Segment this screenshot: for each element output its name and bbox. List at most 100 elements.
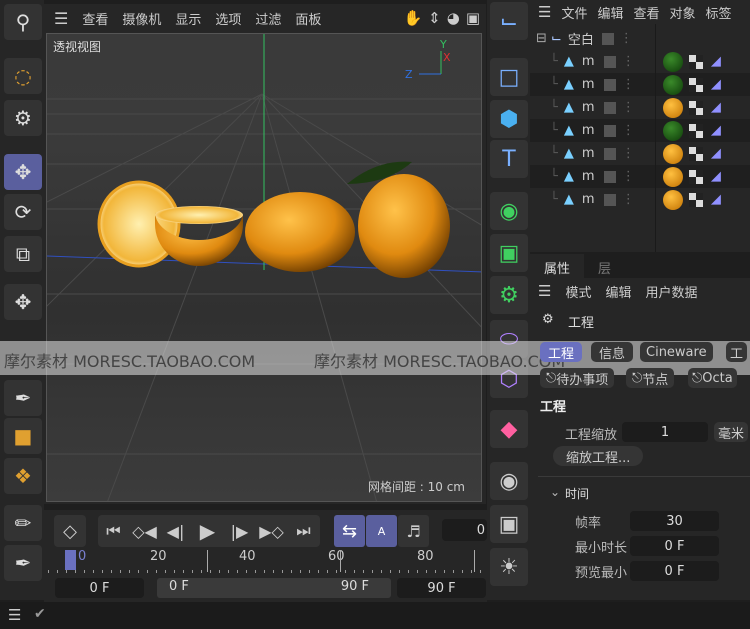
rotate-tool-icon[interactable]: ⟳ xyxy=(4,194,42,230)
edit-toggle-icon[interactable] xyxy=(603,193,616,206)
texture-tag-icon[interactable] xyxy=(688,54,703,69)
uv-tag-icon[interactable]: ◢ xyxy=(711,77,721,92)
material-tag-icon[interactable] xyxy=(662,74,683,95)
move-tool-icon[interactable]: ✥ xyxy=(4,154,42,190)
effector-icon[interactable]: ⚙ xyxy=(490,276,528,314)
texture-tag-icon[interactable] xyxy=(688,146,703,161)
chip-project[interactable]: 工程 xyxy=(540,342,583,362)
menu-icon[interactable]: ☰ xyxy=(8,606,21,624)
object-row[interactable]: └ ▲ m ⋮ ◢ xyxy=(530,119,750,142)
spline-pen-icon[interactable]: ✒ xyxy=(4,380,42,416)
om-menu-object[interactable]: 对象 xyxy=(670,3,696,22)
prev-frame-icon[interactable]: ◀| xyxy=(160,516,191,546)
om-menu-tags[interactable]: 标签 xyxy=(706,3,732,22)
scale-tool-icon[interactable]: ⧉ xyxy=(4,236,42,272)
scene-icon[interactable]: ◆ xyxy=(490,410,528,448)
loop-icon[interactable]: ⇆ xyxy=(334,515,365,547)
object-row[interactable]: └ ▲ m ⋮ ◢ xyxy=(530,165,750,188)
om-menu-view[interactable]: 查看 xyxy=(633,3,659,22)
uv-tag-icon[interactable]: ◢ xyxy=(711,146,721,161)
orbit-icon[interactable]: ◕ xyxy=(447,9,460,27)
perspective-viewport[interactable]: Y X Z 透视视图 网格间距 : 10 cm xyxy=(46,33,482,502)
object-row[interactable]: └ ▲ m ⋮ ◢ xyxy=(530,96,750,119)
unit-select[interactable]: 毫米 xyxy=(714,422,749,442)
chip-todo[interactable]: ⎋ 待办事项 xyxy=(540,368,615,388)
uv-tag-icon[interactable]: ◢ xyxy=(711,54,721,69)
point-mode-icon[interactable]: ■ xyxy=(4,418,42,454)
null-object-icon[interactable]: ⌙ xyxy=(490,2,528,40)
uv-tag-icon[interactable]: ◢ xyxy=(711,123,721,138)
autokey-icon[interactable]: A xyxy=(366,515,397,547)
visibility-dots[interactable]: ⋮ xyxy=(620,31,633,46)
om-menu-icon[interactable]: ☰ xyxy=(538,3,551,21)
goto-end-icon[interactable]: ⏭ xyxy=(288,516,319,546)
om-menu-edit[interactable]: 编辑 xyxy=(597,3,623,22)
next-key-icon[interactable]: ▶◇ xyxy=(256,516,287,546)
attr-menu-userdata[interactable]: 用户数据 xyxy=(645,282,697,301)
play-icon[interactable]: ▶ xyxy=(192,516,223,546)
uv-tag-icon[interactable]: ◢ xyxy=(711,192,721,207)
material-tag-icon[interactable] xyxy=(662,51,683,72)
subdivision-icon[interactable]: ◉ xyxy=(490,192,528,230)
current-frame-input[interactable]: 0 xyxy=(442,519,487,541)
menu-icon[interactable]: ☰ xyxy=(54,9,68,28)
texture-tag-icon[interactable] xyxy=(688,192,703,207)
start-frame-input[interactable]: 0 F xyxy=(55,578,144,598)
object-row-root[interactable]: ⊟ ⌙ 空白 ⋮ xyxy=(530,27,750,50)
object-row[interactable]: └ ▲ m ⋮ ◢ xyxy=(530,50,750,73)
uv-tag-icon[interactable]: ◢ xyxy=(711,169,721,184)
knife-icon[interactable]: ✒ xyxy=(4,545,42,581)
material-tag-icon[interactable] xyxy=(662,189,683,210)
om-menu-file[interactable]: 文件 xyxy=(561,3,587,22)
min-time-input[interactable]: 0 F xyxy=(630,536,719,556)
range-slider[interactable]: 0 F 90 F xyxy=(157,578,391,598)
attr-menu-icon[interactable]: ☰ xyxy=(538,282,551,300)
edit-toggle-icon[interactable] xyxy=(601,32,614,45)
material-tag-icon[interactable] xyxy=(662,120,683,141)
edit-toggle-icon[interactable] xyxy=(603,55,616,68)
section-time[interactable]: 时间 xyxy=(565,485,589,502)
edit-toggle-icon[interactable] xyxy=(603,170,616,183)
edit-toggle-icon[interactable] xyxy=(603,78,616,91)
tab-layers[interactable]: 层 xyxy=(584,254,625,278)
texture-tag-icon[interactable] xyxy=(688,100,703,115)
dolly-icon[interactable]: ⇕ xyxy=(428,9,441,27)
menu-options[interactable]: 选项 xyxy=(215,9,241,28)
pan-hand-icon[interactable]: ✋ xyxy=(403,9,422,27)
object-row[interactable]: └ ▲ m ⋮ ◢ xyxy=(530,142,750,165)
chip-nodes[interactable]: ⎋ 节点 xyxy=(626,368,675,388)
playhead[interactable] xyxy=(65,550,76,570)
texture-tag-icon[interactable] xyxy=(688,77,703,92)
visibility-dots[interactable]: ⋮ xyxy=(622,54,635,69)
chip-info[interactable]: 信息 xyxy=(591,342,634,362)
chip-cineware[interactable]: Cineware xyxy=(640,342,713,362)
object-row[interactable]: └ ▲ m ⋮ ◢ xyxy=(530,188,750,211)
visibility-dots[interactable]: ⋮ xyxy=(622,146,635,161)
axis-move-icon[interactable]: ✥ xyxy=(4,284,42,320)
environment-icon[interactable]: ◉ xyxy=(490,462,528,500)
attr-menu-mode[interactable]: 模式 xyxy=(565,282,591,301)
scale-input[interactable]: 1 xyxy=(622,422,708,442)
visibility-dots[interactable]: ⋮ xyxy=(622,77,635,92)
preview-min-input[interactable]: 0 F xyxy=(630,561,719,581)
visibility-dots[interactable]: ⋮ xyxy=(622,192,635,207)
menu-view[interactable]: 查看 xyxy=(82,9,108,28)
attr-menu-edit[interactable]: 编辑 xyxy=(605,282,631,301)
material-tag-icon[interactable] xyxy=(662,143,683,164)
visibility-dots[interactable]: ⋮ xyxy=(622,123,635,138)
keyframe-diamond-icon[interactable]: ◇ xyxy=(54,515,86,547)
texture-tag-icon[interactable] xyxy=(688,169,703,184)
timeline-ruler[interactable]: 0 20 40 60 80 xyxy=(44,548,487,576)
maximize-view-icon[interactable]: ▣ xyxy=(466,9,480,27)
tweak-tool-icon[interactable]: ⚙ xyxy=(4,100,42,136)
cloner-icon[interactable]: ▣ xyxy=(490,234,528,272)
brush-icon[interactable]: ✏ xyxy=(4,505,42,541)
object-row[interactable]: └ ▲ m ⋮ ◢ xyxy=(530,73,750,96)
next-frame-icon[interactable]: |▶ xyxy=(224,516,255,546)
goto-start-icon[interactable]: ⏮ xyxy=(98,516,129,546)
edit-toggle-icon[interactable] xyxy=(603,124,616,137)
uv-tag-icon[interactable]: ◢ xyxy=(711,100,721,115)
camera-icon[interactable]: ▣ xyxy=(490,505,528,543)
prev-key-icon[interactable]: ◇◀ xyxy=(129,516,160,546)
search-icon[interactable]: ⚲ xyxy=(4,4,42,40)
